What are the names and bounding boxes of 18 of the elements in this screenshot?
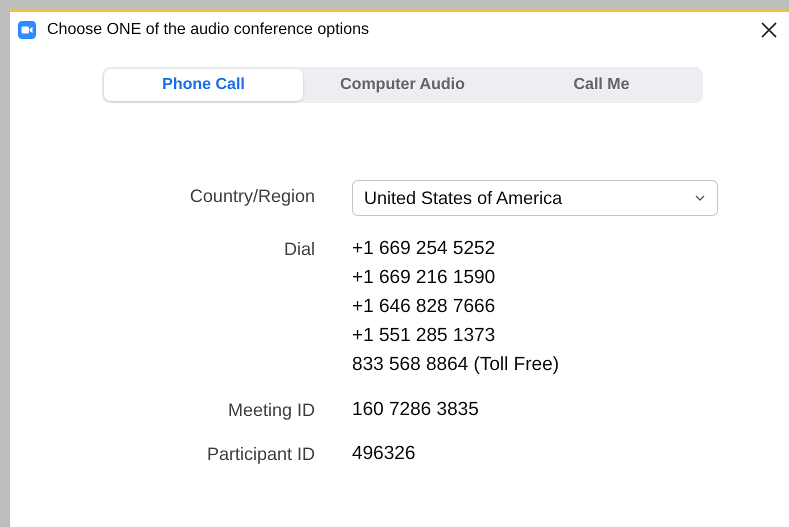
meeting-id: 160 7286 3835	[352, 399, 479, 420]
chevron-down-icon	[695, 195, 705, 201]
phone-number: +1 669 254 5252	[352, 237, 496, 261]
phone-number: +1 669 216 1590	[352, 266, 496, 290]
field-label: Meeting ID	[228, 399, 315, 422]
tab[interactable]: Computer Audio	[303, 69, 502, 101]
country-dropdown[interactable]: United States of America	[352, 180, 718, 216]
field-label: Country/Region	[190, 185, 315, 208]
participant-id: 496326	[352, 443, 416, 464]
tab[interactable]: Phone Call	[104, 69, 303, 101]
window-title: Choose ONE of the audio conference options	[47, 20, 369, 40]
phone-number: +1 646 828 7666	[352, 295, 496, 319]
tab[interactable]: Call Me	[502, 69, 701, 101]
field-label: Dial	[284, 238, 315, 261]
phone-number: 833 568 8864 (Toll Free)	[352, 353, 560, 377]
field-label: Participant ID	[206, 443, 315, 466]
phone-number: +1 551 285 1373	[352, 324, 496, 348]
video-camera-icon	[18, 21, 36, 39]
